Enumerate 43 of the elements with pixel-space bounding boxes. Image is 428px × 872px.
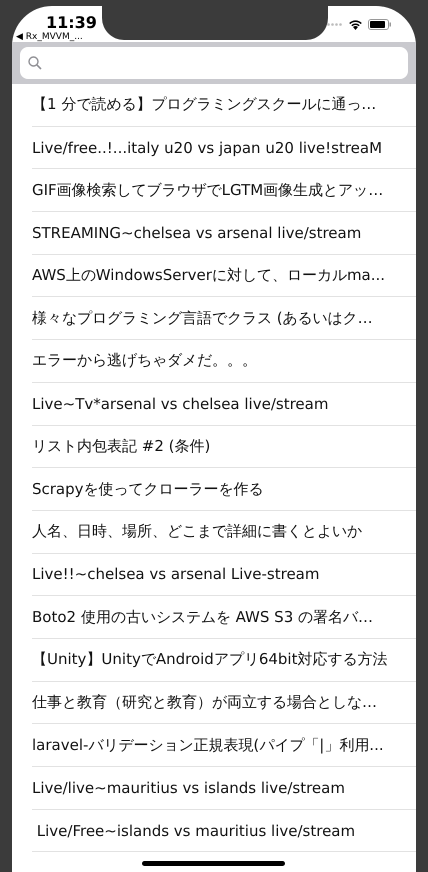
list-row[interactable]: 仕事と教育（研究と教育）が両立する場合としな…: [32, 682, 416, 724]
row-title: Boto2 使用の古いシステムを AWS S3 の署名バ…: [32, 608, 374, 627]
row-title: エラーから逃げちゃダメだ。。。: [32, 351, 257, 370]
row-title: Live~Tv*arsenal vs chelsea live/stream: [32, 394, 328, 413]
row-title: 様々なプログラミング言語でクラス (あるいはク…: [32, 308, 373, 328]
battery-icon: [368, 18, 392, 30]
list-row[interactable]: Live/free..!...italy u20 vs japan u20 live!streaM: [32, 126, 416, 170]
wifi-icon: [348, 18, 363, 30]
back-to-app-link[interactable]: ◀ Rx_MVVM_...: [16, 32, 97, 43]
list-row[interactable]: Live~Tv*arsenal vs chelsea live/stream: [32, 382, 416, 426]
row-title: Live!!~chelsea vs arsenal Live-stream: [32, 565, 320, 584]
search-field[interactable]: [20, 47, 408, 79]
list-row[interactable]: Live/live~mauritius vs islands live/stream: [32, 767, 416, 810]
list-row[interactable]: Live/Free~islands vs mauritius live/stream: [32, 810, 416, 852]
list-row[interactable]: laravel-バリデーション正規表現(パイプ「|」利用...: [32, 724, 416, 767]
list-row[interactable]: 人名、日時、場所、どこまで詳細に書くとよいか: [32, 510, 416, 554]
list-row[interactable]: STREAMING~chelsea vs arsenal live/stream: [32, 212, 416, 255]
row-title: GIF画像検索してブラウザでLGTM画像生成とアッ…: [32, 180, 384, 200]
list-row[interactable]: 様々なプログラミング言語でクラス (あるいはク…: [32, 297, 416, 340]
row-title: Live/free..!...italy u20 vs japan u20 live!streaM: [32, 138, 382, 157]
row-title: リスト内包表記 #2 (条件): [32, 436, 210, 456]
row-title: STREAMING~chelsea vs arsenal live/stream: [32, 224, 362, 242]
list-row[interactable]: リスト内包表記 #2 (条件): [32, 426, 416, 468]
row-title: 仕事と教育（研究と教育）が両立する場合としな…: [32, 692, 377, 712]
row-title: 人名、日時、場所、どこまで詳細に書くとよいか: [32, 522, 362, 542]
row-title: 【1 分で読める】プログラミングスクールに通っ…: [32, 95, 376, 114]
search-icon: [28, 56, 42, 70]
list-row[interactable]: エラーから逃げちゃダメだ。。。: [32, 340, 416, 383]
list-row[interactable]: 【1 分で読める】プログラミングスクールに通っ…: [32, 84, 416, 127]
list-row[interactable]: AWS上のWindowsServerに対して、ローカルma...: [32, 254, 416, 298]
row-title: laravel-バリデーション正規表現(パイプ「|」利用...: [32, 736, 384, 755]
row-title: AWS上のWindowsServerに対して、ローカルma...: [32, 266, 386, 286]
list-row[interactable]: GIF画像検索してブラウザでLGTM画像生成とアッ…: [32, 169, 416, 212]
list-row[interactable]: 【Unity】UnityでAndroidアプリ64bit対応する方法: [32, 638, 416, 682]
list-row[interactable]: Scrapyを使ってクローラーを作る: [32, 468, 416, 511]
signal-icon: [327, 22, 343, 26]
list-row[interactable]: Live!!~chelsea vs arsenal Live-stream: [32, 554, 416, 596]
status-time: 11:39: [45, 14, 97, 32]
row-title: 【Unity】UnityでAndroidアプリ64bit対応する方法: [32, 650, 388, 670]
row-title: Scrapyを使ってクローラーを作る: [32, 480, 264, 499]
row-title: Live/Free~islands vs mauritius live/stream: [36, 822, 356, 840]
list-row[interactable]: Boto2 使用の古いシステムを AWS S3 の署名バ…: [32, 596, 416, 639]
row-title: Live/live~mauritius vs islands live/stream: [32, 778, 345, 797]
